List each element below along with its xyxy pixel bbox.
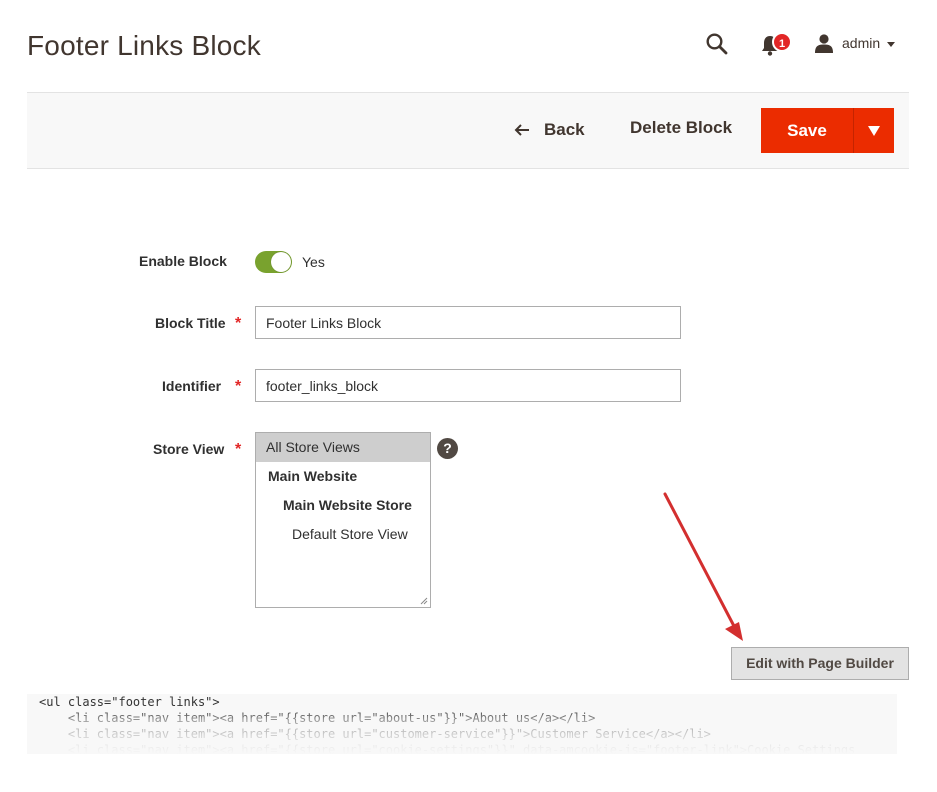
save-options-toggle[interactable] (853, 108, 894, 153)
identifier-input[interactable] (255, 369, 681, 402)
required-marker: * (235, 315, 242, 332)
store-view-option-main-website[interactable]: Main Website (256, 462, 430, 491)
annotation-arrow-icon (663, 492, 743, 641)
enable-block-toggle[interactable] (255, 251, 292, 273)
required-marker: * (235, 441, 242, 458)
code-line: <li class="nav item"><a href="{{store ur… (39, 727, 711, 741)
save-button[interactable]: Save (761, 108, 853, 153)
resize-grip-icon[interactable] (420, 597, 428, 605)
code-line: <ul class="footer links"> (39, 695, 220, 709)
user-menu[interactable]: admin (814, 32, 896, 54)
enable-block-label: Enable Block (139, 253, 227, 269)
back-label: Back (544, 120, 585, 139)
store-view-option-default[interactable]: Default Store View (256, 520, 430, 549)
back-button[interactable]: Back (514, 118, 585, 142)
triangle-down-icon (868, 126, 880, 136)
store-view-multiselect[interactable]: All Store Views Main Website Main Websit… (255, 432, 431, 608)
content-code-preview: <ul class="footer links"> <li class="nav… (27, 694, 897, 754)
block-title-label: Block Title (155, 315, 226, 331)
block-title-input[interactable] (255, 306, 681, 339)
code-line: <li class="nav item"><a href="{{store ur… (39, 743, 856, 754)
search-icon[interactable] (705, 32, 729, 56)
enable-block-value: Yes (302, 254, 325, 270)
notification-count-badge: 1 (772, 32, 792, 52)
page-title: Footer Links Block (27, 30, 261, 61)
identifier-label: Identifier (162, 378, 222, 394)
chevron-down-icon (887, 41, 896, 47)
question-icon[interactable]: ? (437, 438, 458, 459)
edit-with-page-builder-button[interactable]: Edit with Page Builder (731, 647, 909, 680)
toggle-knob (271, 252, 291, 272)
arrow-left-icon (514, 124, 529, 136)
delete-block-button[interactable]: Delete Block (630, 118, 732, 138)
store-view-option-main-website-store[interactable]: Main Website Store (256, 491, 430, 520)
store-view-label: Store View (153, 441, 225, 457)
store-view-option-all[interactable]: All Store Views (256, 433, 430, 462)
user-name: admin (842, 35, 881, 51)
code-line: <li class="nav item"><a href="{{store ur… (39, 711, 596, 725)
user-icon (815, 34, 833, 53)
required-marker: * (235, 378, 242, 395)
